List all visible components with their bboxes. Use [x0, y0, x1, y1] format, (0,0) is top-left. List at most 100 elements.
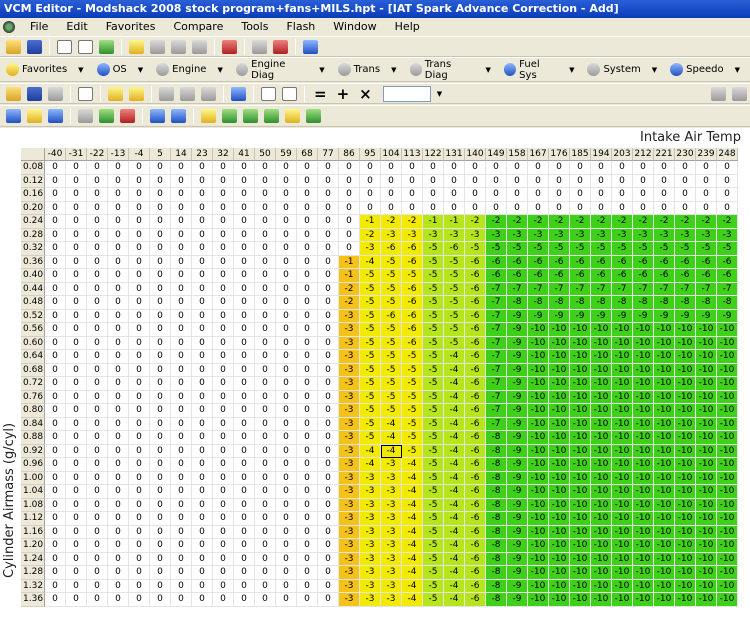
table-cell[interactable]: -6	[654, 255, 675, 269]
table-cell[interactable]: -9	[507, 579, 528, 593]
table-cell[interactable]: -4	[444, 458, 465, 472]
table-cell[interactable]: 0	[255, 269, 276, 283]
table-cell[interactable]: 0	[66, 296, 87, 310]
table-cell[interactable]: 0	[129, 512, 150, 526]
table-cell[interactable]: 0	[192, 417, 213, 431]
table-cell[interactable]: 0	[213, 471, 234, 485]
table-cell[interactable]: -10	[696, 336, 717, 350]
table-cell[interactable]: 0	[66, 579, 87, 593]
table-cell[interactable]: 0	[66, 498, 87, 512]
table-cell[interactable]: 0	[129, 174, 150, 188]
table-cell[interactable]: 0	[66, 417, 87, 431]
table-cell[interactable]: -10	[717, 417, 738, 431]
table-cell[interactable]: -10	[717, 350, 738, 364]
table-cell[interactable]: -8	[612, 296, 633, 310]
table-cell[interactable]: 0	[360, 161, 381, 175]
menu-tools[interactable]: Tools	[232, 18, 277, 35]
table-cell[interactable]: -3	[360, 471, 381, 485]
table-cell[interactable]: 0	[276, 188, 297, 202]
table-cell[interactable]: 0	[45, 269, 66, 283]
table-cell[interactable]: -10	[696, 377, 717, 391]
table-cell[interactable]: 0	[213, 485, 234, 499]
table-cell[interactable]: 0	[381, 188, 402, 202]
table-cell[interactable]: -10	[591, 552, 612, 566]
table-cell[interactable]: -2	[696, 215, 717, 229]
row-header[interactable]: 0.12	[21, 174, 45, 188]
table-cell[interactable]: -10	[591, 471, 612, 485]
table-cell[interactable]: 0	[234, 269, 255, 283]
table-cell[interactable]: -5	[507, 242, 528, 256]
table-cell[interactable]: 0	[45, 363, 66, 377]
table-cell[interactable]: 0	[129, 228, 150, 242]
table-cell[interactable]: 0	[213, 390, 234, 404]
table-cell[interactable]: 0	[108, 201, 129, 215]
table-cell[interactable]: -8	[633, 296, 654, 310]
table-cell[interactable]: -10	[654, 458, 675, 472]
table-cell[interactable]: -8	[696, 296, 717, 310]
table-cell[interactable]: -5	[465, 242, 486, 256]
table-cell[interactable]: -4	[444, 539, 465, 553]
table-cell[interactable]: 0	[297, 512, 318, 526]
table-cell[interactable]: 0	[591, 201, 612, 215]
table-cell[interactable]: -9	[507, 539, 528, 553]
table-cell[interactable]: 0	[507, 188, 528, 202]
table-cell[interactable]: -10	[633, 498, 654, 512]
table-cell[interactable]: -8	[486, 431, 507, 445]
table-cell[interactable]: -10	[654, 350, 675, 364]
table-cell[interactable]: 0	[150, 201, 171, 215]
table-cell[interactable]: 0	[318, 255, 339, 269]
table-cell[interactable]: -5	[402, 350, 423, 364]
print-icon[interactable]	[48, 86, 63, 101]
table-cell[interactable]: 0	[87, 174, 108, 188]
table-cell[interactable]: 0	[654, 188, 675, 202]
table-cell[interactable]: 0	[255, 242, 276, 256]
table-cell[interactable]: -10	[591, 579, 612, 593]
table-cell[interactable]: -9	[549, 309, 570, 323]
table-cell[interactable]: 0	[276, 309, 297, 323]
table-cell[interactable]: -5	[423, 377, 444, 391]
table-cell[interactable]: -8	[486, 485, 507, 499]
table-cell[interactable]: -6	[465, 404, 486, 418]
row-header[interactable]: 0.64	[21, 350, 45, 364]
table-cell[interactable]: 0	[276, 579, 297, 593]
table-cell[interactable]: -10	[654, 417, 675, 431]
table-cell[interactable]: -6	[402, 336, 423, 350]
table-cell[interactable]: 0	[150, 593, 171, 607]
column-header[interactable]: -31	[66, 148, 87, 161]
table-cell[interactable]: 0	[255, 323, 276, 337]
table-cell[interactable]: -3	[339, 593, 360, 607]
table-cell[interactable]: 0	[87, 188, 108, 202]
table-cell[interactable]: 0	[255, 593, 276, 607]
grid-icon[interactable]	[6, 109, 21, 123]
table-cell[interactable]: -4	[444, 363, 465, 377]
table-cell[interactable]: 0	[297, 350, 318, 364]
table-cell[interactable]: 0	[129, 431, 150, 445]
table-cell[interactable]: 0	[129, 323, 150, 337]
table-cell[interactable]: -6	[465, 593, 486, 607]
table-cell[interactable]: -10	[591, 444, 612, 458]
column-header[interactable]: 131	[444, 148, 465, 161]
table-cell[interactable]: 0	[318, 269, 339, 283]
decimal-decrease-icon[interactable]	[150, 109, 165, 123]
table-cell[interactable]: -10	[633, 566, 654, 580]
table-cell[interactable]: 0	[45, 336, 66, 350]
table-cell[interactable]: 0	[276, 336, 297, 350]
table-cell[interactable]: 0	[108, 174, 129, 188]
table-cell[interactable]: 0	[297, 323, 318, 337]
table-cell[interactable]: -5	[423, 269, 444, 283]
table-cell[interactable]: -4	[381, 417, 402, 431]
table-cell[interactable]: 0	[108, 282, 129, 296]
table-cell[interactable]: -4	[402, 539, 423, 553]
table-cell[interactable]: 0	[66, 539, 87, 553]
table-cell[interactable]: 0	[255, 174, 276, 188]
table-cell[interactable]: 0	[108, 228, 129, 242]
table-cell[interactable]: 0	[465, 188, 486, 202]
table-cell[interactable]: -7	[549, 282, 570, 296]
table-cell[interactable]: 0	[255, 390, 276, 404]
table-cell[interactable]: 0	[192, 552, 213, 566]
table-cell[interactable]: 0	[255, 485, 276, 499]
table-cell[interactable]: 0	[234, 404, 255, 418]
table-cell[interactable]: 0	[318, 174, 339, 188]
table-cell[interactable]: -6	[465, 336, 486, 350]
table-cell[interactable]: 0	[150, 215, 171, 229]
